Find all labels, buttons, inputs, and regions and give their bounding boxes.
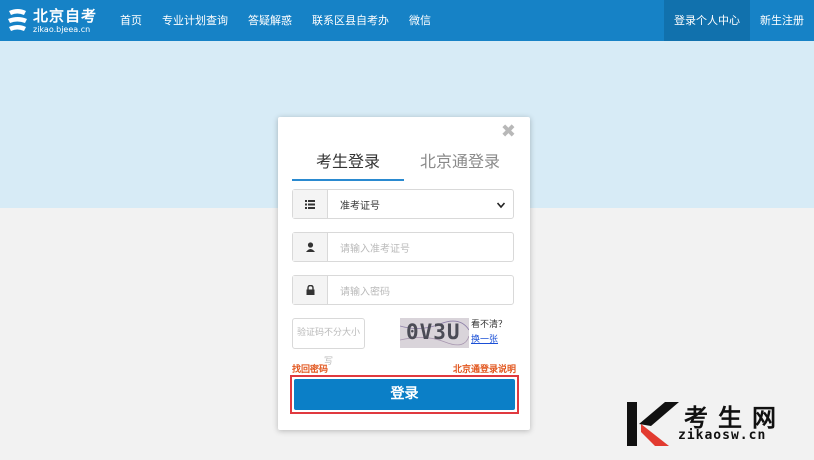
tab-candidate-login[interactable]: 考生登录 (292, 147, 404, 181)
id-number-placeholder: 请输入准考证号 (340, 243, 410, 255)
logo-icon (8, 9, 27, 31)
watermark-logo-icon (627, 402, 679, 446)
user-icon (293, 233, 328, 261)
tab-bjt-login[interactable]: 北京通登录 (404, 147, 516, 181)
password-field[interactable]: 请输入密码 (292, 275, 514, 305)
watermark-domain: zikaosw.cn (678, 428, 767, 443)
login-tabs: 考生登录 北京通登录 (292, 147, 516, 181)
login-modal: ✖ 考生登录 北京通登录 准考证号 请输入准考证号 请输入密码 验证码不分大小写… (278, 117, 530, 430)
nav-home[interactable]: 首页 (110, 0, 152, 41)
site-logo[interactable]: 北京自考 zikao.bjeea.cn (6, 4, 97, 38)
nav-contact-district[interactable]: 联系区县自考办 (302, 0, 399, 41)
nav-login-center[interactable]: 登录个人中心 (664, 0, 750, 41)
password-placeholder: 请输入密码 (340, 286, 390, 298)
logo-domain: zikao.bjeea.cn (33, 24, 91, 34)
id-number-field[interactable]: 请输入准考证号 (292, 232, 514, 262)
chevron-down-icon (497, 202, 505, 209)
captcha-image[interactable]: 0V3U (400, 318, 469, 348)
main-nav: 首页 专业计划查询 答疑解惑 联系区县自考办 微信 (110, 0, 441, 41)
nav-faq[interactable]: 答疑解惑 (238, 0, 302, 41)
user-nav: 登录个人中心 新生注册 (664, 0, 814, 41)
lock-icon (293, 276, 328, 304)
captcha-input[interactable]: 验证码不分大小写 (292, 318, 365, 367)
nav-register[interactable]: 新生注册 (750, 0, 814, 41)
logo-title: 北京自考 (33, 6, 98, 25)
login-button-highlight: 登录 (290, 375, 519, 414)
captcha-hint: 看不清？ (471, 320, 508, 330)
id-type-value: 准考证号 (340, 200, 380, 212)
close-icon[interactable]: ✖ (501, 121, 516, 142)
top-nav-bar: 北京自考 zikao.bjeea.cn 首页 专业计划查询 答疑解惑 联系区县自… (0, 0, 814, 41)
id-type-select[interactable]: 准考证号 (292, 189, 514, 219)
login-button[interactable]: 登录 (294, 379, 515, 410)
nav-major-plan[interactable]: 专业计划查询 (152, 0, 238, 41)
list-icon (293, 190, 328, 218)
captcha-text: 0V3U (406, 320, 461, 344)
forgot-password-link[interactable]: 找回密码 (292, 365, 328, 375)
bjt-help-link[interactable]: 北京通登录说明 (453, 362, 516, 375)
auxiliary-links: 找回密码 北京通登录说明 (292, 362, 516, 375)
captcha-refresh-link[interactable]: 换一张 (471, 332, 498, 345)
nav-wechat[interactable]: 微信 (399, 0, 441, 41)
